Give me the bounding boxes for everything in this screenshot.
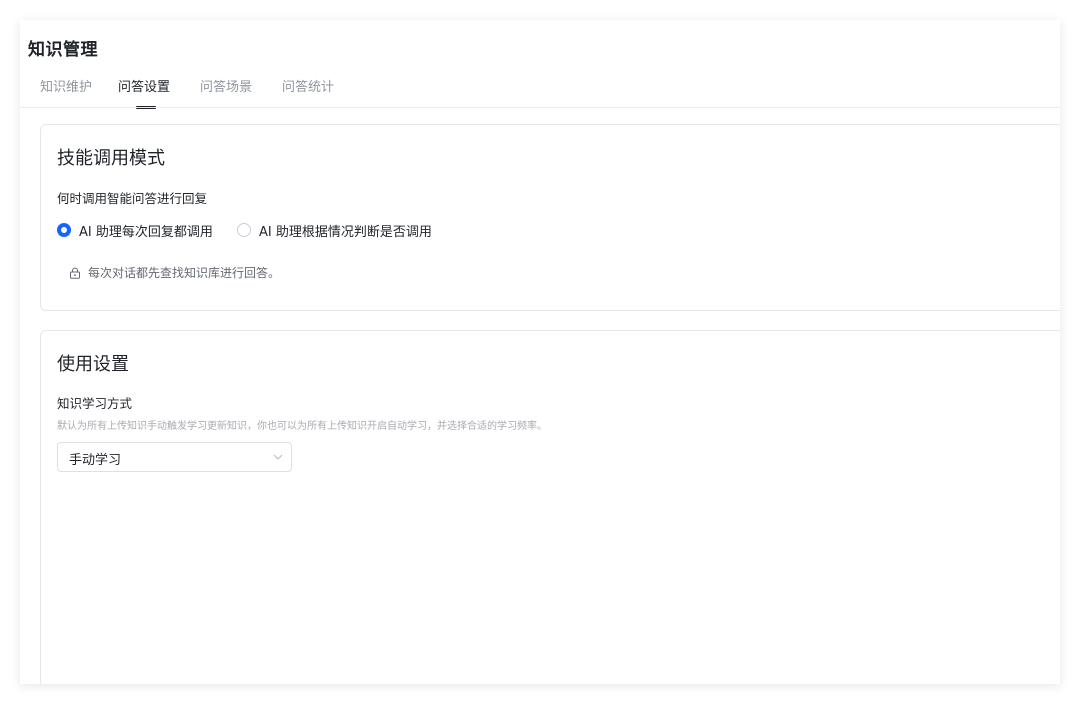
tab-qa-scenarios[interactable]: 问答场景	[200, 76, 252, 95]
tab-knowledge-maintenance[interactable]: 知识维护	[40, 76, 92, 95]
tab-qa-statistics[interactable]: 问答统计	[282, 76, 334, 95]
skill-mode-card: 技能调用模式 何时调用智能问答进行回复 AI 助理每次回复都调用 AI 助理根据…	[40, 124, 1060, 311]
lock-icon	[70, 267, 80, 279]
learning-method-label: 知识学习方式	[57, 396, 133, 411]
radio-checked-icon	[57, 223, 71, 237]
radio-always-invoke[interactable]: AI 助理每次回复都调用	[57, 221, 213, 240]
learning-method-select[interactable]: 手动学习	[57, 442, 292, 472]
skill-mode-hint-text: 每次对话都先查找知识库进行回答。	[88, 266, 281, 280]
learning-method-description: 默认为所有上传知识手动触发学习更新知识，你也可以为所有上传知识开启自动学习，并选…	[57, 421, 547, 432]
learning-method-value: 手动学习	[69, 453, 122, 468]
tabs-divider	[20, 107, 1060, 108]
knowledge-management-panel: 知识管理 知识维护 问答设置 问答场景 问答统计 技能调用模式 何时调用智能问答…	[20, 20, 1060, 684]
radio-conditional-invoke-label: AI 助理根据情况判断是否调用	[259, 224, 432, 240]
radio-always-invoke-label: AI 助理每次回复都调用	[79, 224, 213, 240]
invoke-question-label: 何时调用智能问答进行回复	[57, 191, 208, 206]
usage-settings-title: 使用设置	[57, 354, 129, 375]
page-title: 知识管理	[28, 40, 98, 60]
tab-qa-settings[interactable]: 问答设置	[118, 76, 170, 95]
chevron-down-icon	[273, 454, 283, 460]
radio-unchecked-icon	[237, 223, 251, 237]
skill-mode-title: 技能调用模式	[57, 148, 165, 169]
radio-conditional-invoke[interactable]: AI 助理根据情况判断是否调用	[237, 221, 432, 240]
skill-mode-hint: 每次对话都先查找知识库进行回答。	[69, 264, 280, 281]
usage-settings-card: 使用设置 知识学习方式 默认为所有上传知识手动触发学习更新知识，你也可以为所有上…	[40, 330, 1060, 684]
